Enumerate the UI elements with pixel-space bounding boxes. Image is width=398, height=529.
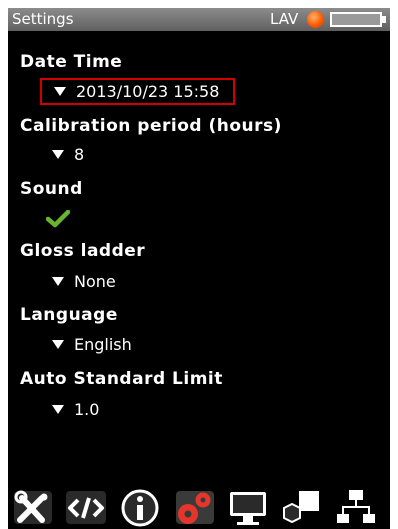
dropdown-arrow-icon — [52, 405, 64, 414]
screen-title: Settings — [12, 10, 74, 28]
gloss-ladder-label: Gloss ladder — [20, 241, 146, 261]
date-time-label: Date Time — [20, 52, 123, 72]
tools-icon[interactable] — [10, 486, 54, 529]
code-icon[interactable] — [64, 486, 108, 529]
language-label: Language — [20, 305, 118, 325]
network-icon[interactable] — [334, 486, 378, 529]
settings-gears-icon[interactable] — [172, 486, 216, 529]
title-bar: Settings LAV — [8, 8, 390, 31]
gloss-ladder-dropdown[interactable]: None — [52, 272, 116, 291]
dropdown-arrow-icon — [54, 87, 66, 96]
info-icon[interactable] — [118, 486, 162, 529]
mode-indicator: LAV — [270, 10, 299, 28]
gloss-ladder-value: None — [74, 272, 116, 291]
language-dropdown[interactable]: English — [52, 335, 132, 354]
calibration-value: 8 — [74, 145, 85, 164]
calibration-dropdown[interactable]: 8 — [52, 145, 84, 164]
checkmark-icon[interactable] — [46, 210, 70, 228]
language-value: English — [74, 335, 132, 354]
bottom-toolbar — [8, 486, 390, 529]
date-time-value: 2013/10/23 15:58 — [76, 82, 220, 101]
battery-icon — [330, 12, 382, 27]
auto-standard-label: Auto Standard Limit — [20, 369, 223, 389]
dropdown-arrow-icon — [52, 340, 64, 349]
dropdown-arrow-icon — [52, 277, 64, 286]
battery-tip — [382, 16, 386, 23]
auto-standard-value: 1.0 — [74, 400, 100, 419]
auto-standard-dropdown[interactable]: 1.0 — [52, 400, 99, 419]
shapes-icon[interactable] — [280, 486, 324, 529]
monitor-icon[interactable] — [226, 486, 270, 529]
sound-label: Sound — [20, 179, 83, 199]
device-screen: Settings LAV Date Time 2013/10/23 15:58 … — [8, 8, 390, 529]
date-time-dropdown[interactable]: 2013/10/23 15:58 — [40, 78, 236, 105]
calibration-label: Calibration period (hours) — [20, 116, 282, 136]
dropdown-arrow-icon — [52, 150, 64, 159]
status-dot-icon — [307, 11, 324, 28]
